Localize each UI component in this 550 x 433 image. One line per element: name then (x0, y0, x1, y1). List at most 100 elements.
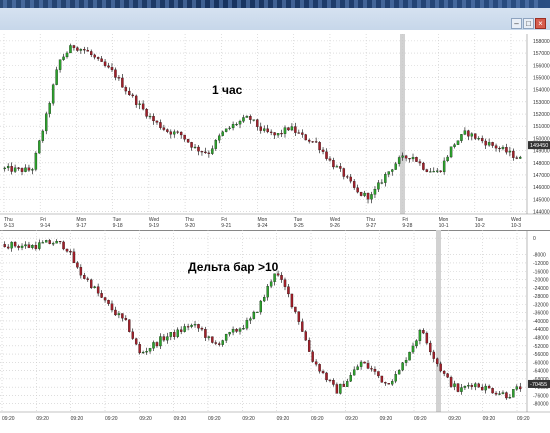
price-tick-label: 144000 (533, 210, 550, 216)
candle-body (169, 131, 173, 135)
value-tick-label: -44000 (533, 327, 549, 333)
candle-body (456, 140, 460, 145)
delta-bar-body (273, 273, 276, 282)
candle-body (200, 151, 204, 153)
candle-body (346, 176, 349, 178)
delta-bar-body (207, 336, 211, 338)
candle-body (128, 90, 131, 96)
delta-bar-body (335, 384, 339, 394)
candle-body (269, 131, 273, 133)
candle-body (6, 166, 10, 169)
candle-body (72, 45, 76, 48)
candle-body (335, 166, 339, 168)
delta-bar-body (31, 245, 34, 248)
candle-body (342, 168, 346, 177)
delta-bar-body (224, 333, 228, 341)
candle-body (366, 192, 370, 200)
delta-bar-body (377, 371, 380, 377)
delta-bar-body (183, 326, 186, 332)
price-tick-label: 152000 (533, 112, 550, 118)
date-axis-date: 9-24 (258, 223, 268, 229)
delta-bar-body (162, 336, 166, 341)
value-tick-label: -48000 (533, 335, 549, 341)
candle-body (93, 54, 96, 58)
delta-bar-body (152, 342, 155, 349)
delta-bar-body (79, 267, 83, 276)
candle-body (280, 133, 283, 135)
candle-body (166, 129, 169, 132)
maximize-button[interactable]: □ (523, 18, 534, 29)
delta-bar-body (283, 279, 287, 287)
delta-bar-body (311, 351, 314, 362)
delta-bar-body (20, 245, 24, 248)
delta-bar-body (318, 364, 321, 372)
date-axis-date: 9-21 (221, 223, 231, 229)
time-axis-label: 09:20 (242, 416, 255, 422)
price-chart[interactable]: 158000 157000 156000 155000 154000 153000 1520… (0, 34, 550, 230)
price-tick-label: 151000 (533, 124, 550, 130)
candle-body (411, 157, 415, 160)
candle-body (197, 146, 200, 152)
candle-body (380, 182, 384, 184)
delta-bar-body (34, 245, 38, 249)
candle-body (107, 65, 110, 68)
time-axis-label: 09:20 (277, 416, 290, 422)
delta-bar-body (45, 240, 48, 243)
delta-bar-body (304, 331, 307, 341)
time-axis-label: 09:20 (311, 416, 324, 422)
delta-bar-body (515, 386, 519, 390)
candle-body (224, 128, 228, 132)
delta-bar-body (256, 311, 259, 313)
date-axis-date: 9-27 (366, 223, 376, 229)
candle-body (287, 127, 290, 131)
delta-bar-body (148, 348, 152, 352)
candle-body (31, 169, 34, 171)
candle-body (321, 149, 325, 152)
delta-bar-body (332, 380, 335, 385)
candle-body (273, 132, 276, 136)
value-tick-label: -76000 (533, 393, 549, 399)
delta-bar-body (62, 241, 65, 250)
delta-bar-body (197, 324, 200, 329)
candle-body (325, 151, 328, 159)
candle-body (515, 157, 519, 159)
maximize-icon: □ (526, 18, 531, 28)
candle-body (508, 150, 512, 153)
candle-body (356, 187, 359, 193)
delta-bar-body (179, 329, 183, 332)
candle-body (245, 116, 249, 118)
value-tick-label: -60000 (533, 360, 549, 366)
date-axis-date: 9-17 (76, 223, 86, 229)
candle-body (90, 51, 93, 56)
delta-bar-body (470, 385, 474, 387)
delta-bar-body (387, 383, 391, 385)
delta-bar-body (169, 332, 173, 337)
delta-bar-body (117, 313, 121, 316)
delta-bar-body (363, 361, 366, 364)
delta-bar-body (72, 251, 76, 263)
delta-chart-panel[interactable]: 0 -8000 -12000 -16000 -20000 -24000 -28000 -320… (0, 230, 550, 428)
delta-bar-body (280, 275, 283, 280)
time-axis-label: 09:20 (517, 416, 530, 422)
minimize-button[interactable]: – (511, 18, 522, 29)
date-axis-date: 9-28 (402, 223, 412, 229)
candle-body (259, 126, 262, 131)
candle-body (484, 140, 487, 146)
candle-body (155, 120, 159, 123)
delta-bar-body (107, 300, 110, 304)
candle-body (415, 157, 418, 162)
close-button[interactable]: × (535, 18, 546, 29)
delta-bar-body (186, 326, 190, 328)
candle-body (446, 156, 449, 162)
delta-bar-body (328, 379, 332, 381)
candle-body (58, 59, 62, 70)
value-tick-label: -56000 (533, 352, 549, 358)
value-tick-label: -80000 (533, 402, 549, 408)
date-axis-date: 9-19 (149, 223, 159, 229)
candle-body (110, 67, 114, 70)
time-axis-label: 09:20 (208, 416, 221, 422)
delta-bar-body (411, 345, 415, 353)
price-chart-panel[interactable]: 158000 157000 156000 155000 154000 153000 1520… (0, 34, 550, 230)
delta-bar-body (425, 332, 429, 344)
candle-body (148, 116, 152, 118)
